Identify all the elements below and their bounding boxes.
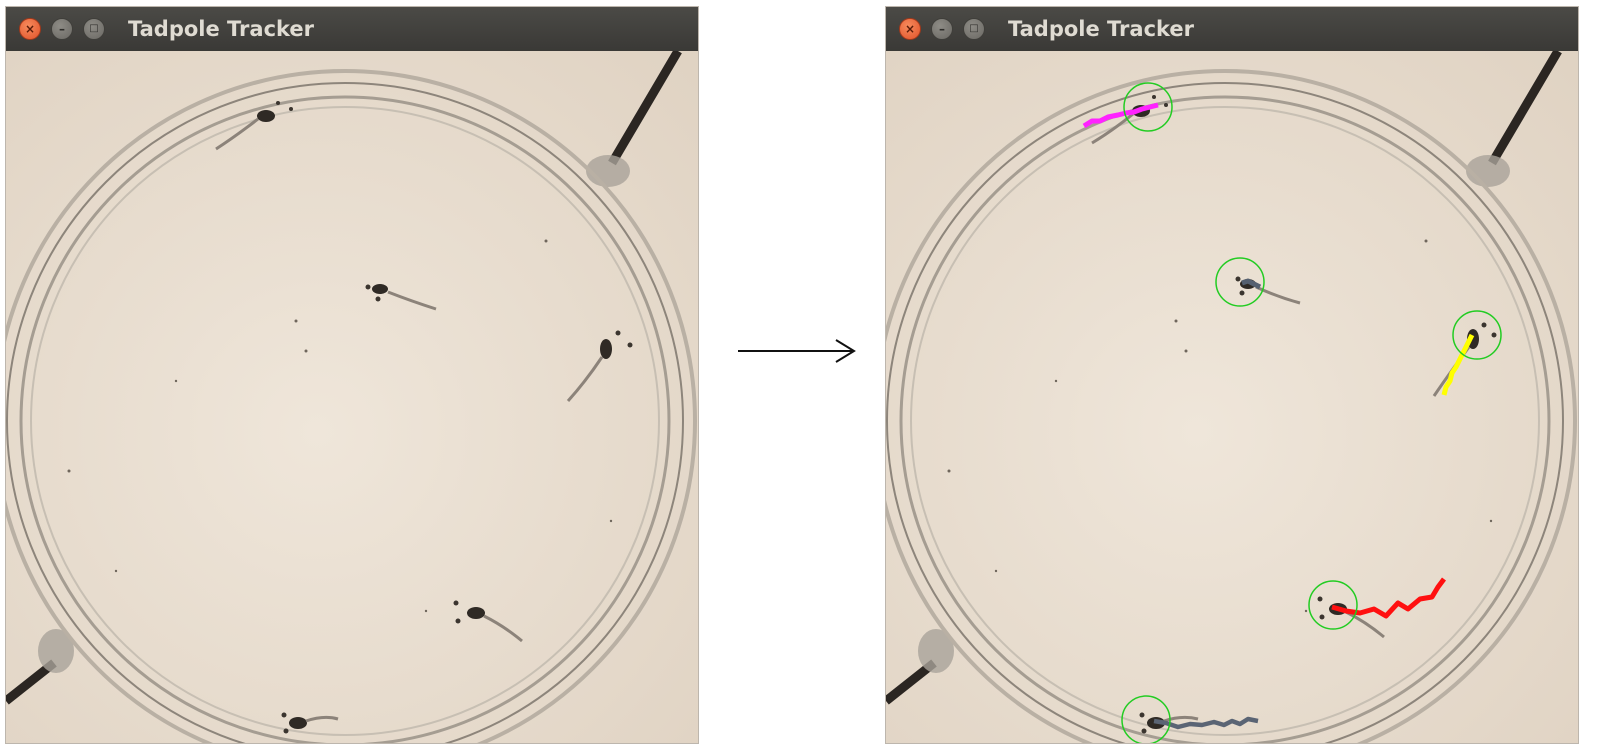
maximize-icon: □: [969, 23, 979, 34]
window-title: Tadpole Tracker: [128, 17, 315, 41]
left-titlebar: × – □ Tadpole Tracker: [6, 7, 698, 52]
right-tracker-window: × – □ Tadpole Tracker: [886, 7, 1578, 743]
minimize-button[interactable]: –: [51, 18, 73, 40]
maximize-button[interactable]: □: [83, 18, 105, 40]
minimize-button[interactable]: –: [931, 18, 953, 40]
maximize-icon: □: [89, 23, 99, 34]
minimize-icon: –: [939, 22, 945, 36]
petri-dish-scene-tracked: [886, 51, 1578, 743]
right-titlebar: × – □ Tadpole Tracker: [886, 7, 1578, 52]
close-button[interactable]: ×: [19, 18, 41, 40]
petri-dish-scene: [6, 51, 698, 743]
left-tracker-window: × – □ Tadpole Tracker: [6, 7, 698, 743]
close-icon: ×: [24, 22, 36, 36]
minimize-icon: –: [59, 22, 65, 36]
video-frame-tracked: [886, 51, 1578, 743]
maximize-button[interactable]: □: [963, 18, 985, 40]
window-title: Tadpole Tracker: [1008, 17, 1195, 41]
video-frame-original: [6, 51, 698, 743]
close-icon: ×: [904, 22, 916, 36]
close-button[interactable]: ×: [899, 18, 921, 40]
right-arrow-icon: [738, 339, 856, 363]
